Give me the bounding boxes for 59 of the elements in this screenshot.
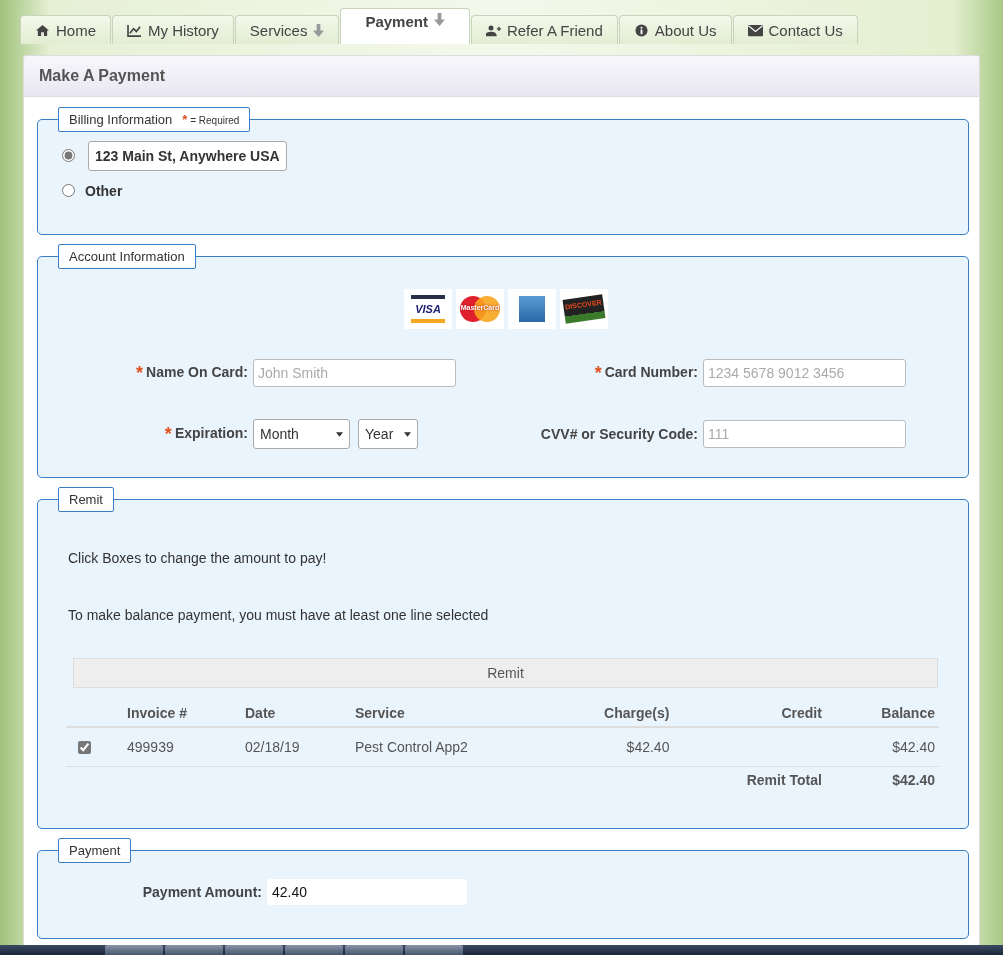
column-header: Charge(s) [604,705,670,721]
total-value: $42.40 [892,772,935,788]
taskbar-button[interactable] [165,945,223,955]
dropdown[interactable]: Year [358,419,418,449]
radio-label: 123 Main St, Anywhere USA [88,140,287,171]
info-icon [633,23,649,37]
section-legend: Account Information [58,244,196,269]
radio-label: Other [85,182,123,199]
table-cell: 02/18/19 [245,739,300,755]
taskbar-button[interactable] [285,945,343,955]
instruction-text: To make balance payment, you must have at least one line selected [68,607,490,623]
input-field[interactable]: 1234 5678 9012 3456 [703,359,906,387]
column-header: Balance [881,705,935,721]
column-header: Invoice # [127,705,187,721]
table-cell: $42.40 [626,739,670,755]
home-icon [35,23,50,37]
column-header: Service [355,705,405,721]
nav-tab[interactable]: Contact Us [732,15,858,44]
envelope-icon [747,23,763,37]
input-field[interactable]: John Smith [253,359,456,387]
instruction-text: Click Boxes to change the amount to pay! [68,550,328,566]
column-header: Credit [781,705,822,721]
field-label: Payment Amount: [141,884,262,900]
section-legend: Billing Information * = Required [58,107,251,132]
caret-icon [404,431,411,437]
table-caption: Remit [73,658,938,688]
section-legend: Remit [58,487,114,512]
input-field[interactable]: 111 [703,420,906,448]
taskbar-button[interactable] [225,945,283,955]
table-cell: $42.40 [892,739,935,755]
field-label: CVV# or Security Code: [539,426,698,442]
total-label: Remit Total [746,772,822,788]
radio-button[interactable] [62,184,75,197]
nav-tab[interactable]: Payment [340,8,470,44]
panel-title: Make A Payment [24,56,979,97]
user-plus-icon [485,23,501,37]
section-legend: Payment [58,838,132,863]
nav-tab[interactable]: My History [112,15,234,44]
card-logo: VISA [404,289,452,329]
taskbar-button[interactable] [105,945,163,955]
line-chart-icon [127,23,142,37]
row-checkbox[interactable] [78,740,91,754]
card-logo [508,289,556,329]
nav-tab[interactable]: Refer A Friend [470,15,618,44]
taskbar-button[interactable] [345,945,403,955]
column-header: Date [245,705,276,721]
down-arrow-icon [433,13,445,26]
table-cell: 499939 [127,739,174,755]
table-cell: Pest Control App2 [355,739,468,755]
radio-button[interactable] [62,149,75,162]
required-note: * = Required [182,115,240,126]
dropdown[interactable]: Month [253,419,350,449]
taskbar-button[interactable] [405,945,463,955]
nav-tab[interactable]: Services [234,15,340,44]
caret-icon [336,431,343,437]
down-arrow-icon [313,23,325,37]
nav-tab[interactable]: Home [20,15,111,44]
nav-tab[interactable]: About Us [618,15,732,44]
input-field[interactable]: 42.40 [267,879,467,905]
